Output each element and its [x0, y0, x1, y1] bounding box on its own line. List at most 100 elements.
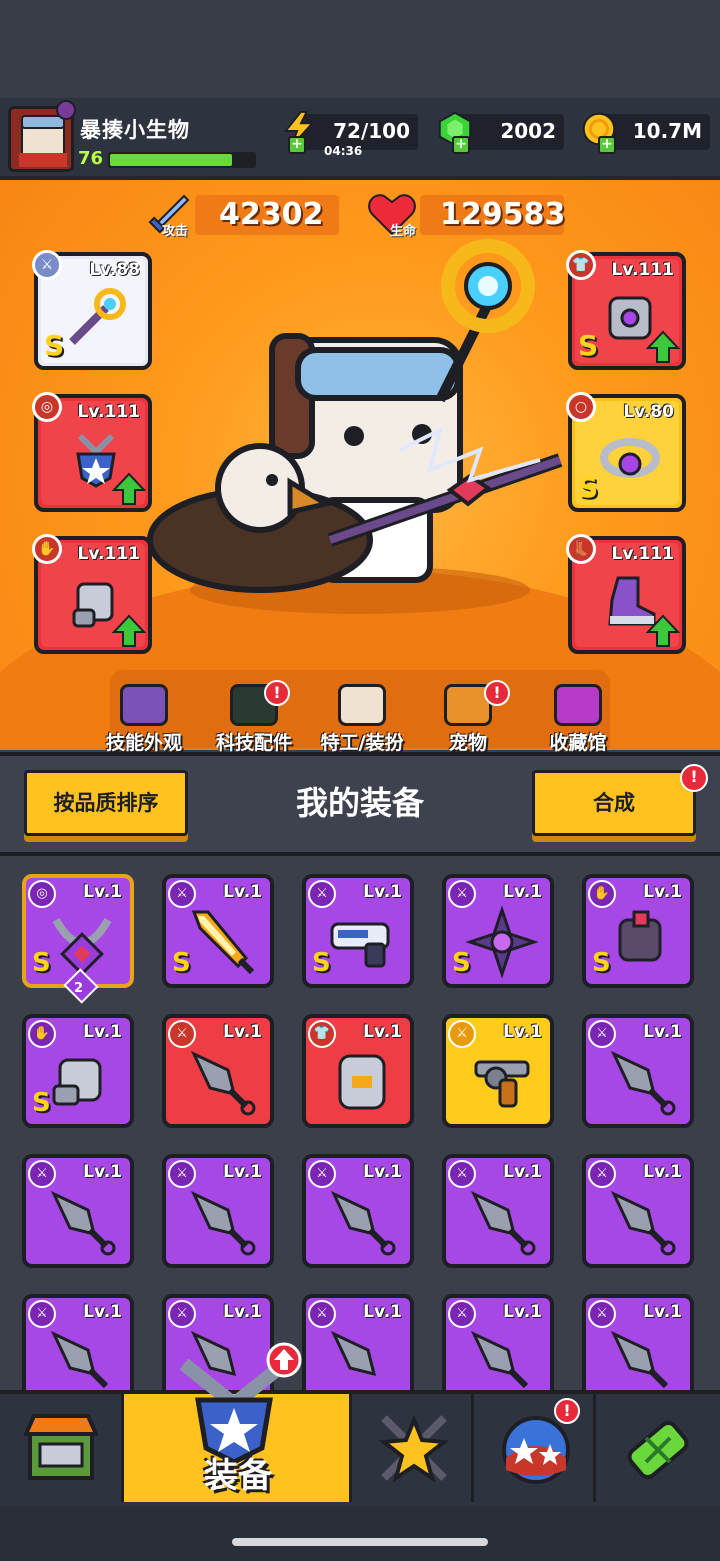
glove-type-icon: ✋ [32, 534, 62, 564]
kunai-icon [190, 1190, 256, 1256]
item-level: Lv.1 [223, 1162, 262, 1182]
alert-badge: ! [554, 1398, 580, 1424]
skill-skin-button[interactable]: 技能外观 [94, 684, 194, 755]
kunai-icon [610, 1330, 669, 1389]
hat-ball-icon [120, 684, 168, 726]
tech-parts-button[interactable]: 科技配件 ! [204, 680, 304, 755]
item-level: Lv.1 [643, 1162, 682, 1182]
tab-equipment-label: 装备 [204, 1456, 272, 1496]
inventory-grid: ◎ Lv.1 S 2 ⚔ Lv.1 S ⚔ Lv.1 S ⚔ Lv.1 S ✋ … [0, 860, 720, 1390]
inventory-item[interactable]: ⚔ Lv.1 [302, 1294, 414, 1390]
inventory-item[interactable]: ⚔ Lv.1 S [302, 874, 414, 988]
item-grade: S [172, 948, 191, 978]
inventory-item[interactable]: ⚔ Lv.1 [582, 1014, 694, 1128]
upgrade-arrow-icon [112, 614, 146, 647]
weapon-type-icon: ⚔ [168, 880, 196, 908]
necklace-slot[interactable]: ◎ Lv.111 [32, 392, 152, 512]
weapon-grade: S [44, 329, 65, 362]
kunai-icon [610, 1190, 676, 1256]
inventory-item[interactable]: ✋ Lv.1 S [582, 874, 694, 988]
necklace-type-icon: ◎ [32, 392, 62, 422]
item-level: Lv.1 [363, 1022, 402, 1042]
inventory-item[interactable]: ⚔ Lv.1 [442, 1154, 554, 1268]
kunai-icon [330, 1190, 396, 1256]
armor-level: Lv.111 [611, 260, 674, 280]
item-count: 2 [74, 981, 84, 996]
revolver-icon [474, 1060, 530, 1108]
item-grade: S [32, 948, 51, 978]
upgrade-arrow-icon [646, 330, 680, 363]
gems-value: 2002 [500, 119, 556, 143]
weapon-slot[interactable]: ⚔ Lv.88 S [32, 250, 152, 370]
inventory-item[interactable]: ✋ Lv.1 S [22, 1014, 134, 1128]
tab-shop[interactable] [0, 1394, 124, 1502]
skill-skin-label: 技能外观 [105, 732, 182, 754]
item-level: Lv.1 [83, 882, 122, 902]
collection-button[interactable]: 收藏馆 [528, 684, 628, 755]
upgrade-arrow-icon [646, 614, 680, 647]
inventory-item[interactable]: ⚔ Lv.1 [442, 1014, 554, 1128]
home-indicator[interactable] [232, 1538, 488, 1546]
item-level: Lv.1 [223, 882, 262, 902]
item-level: Lv.1 [223, 1302, 262, 1322]
vest-armor-icon [338, 1054, 386, 1110]
add-coins-button[interactable]: + [598, 136, 616, 154]
inventory-item[interactable]: ⚔ Lv.1 [302, 1154, 414, 1268]
hero-panel: 42302 攻击 129583 生命 ⚔ Lv.88 S ◎ Lv.111 ✋ … [0, 180, 720, 750]
tab-lab[interactable] [596, 1394, 720, 1502]
laser-gun-icon [330, 922, 390, 968]
item-grade: S [592, 948, 611, 978]
collection-label: 收藏馆 [549, 732, 607, 754]
inventory-item[interactable]: ⚔ Lv.1 [22, 1154, 134, 1268]
weapon-type-icon: ⚔ [308, 880, 336, 908]
inventory-item[interactable]: ⚔ Lv.1 [582, 1294, 694, 1390]
ring-slot[interactable]: ○ Lv.80 S [566, 392, 686, 512]
alert-badge: ! [484, 680, 510, 706]
merge-button[interactable]: 合成 [532, 770, 696, 836]
inventory-item[interactable]: ⚔ Lv.1 [162, 1154, 274, 1268]
ring-type-icon: ○ [566, 392, 596, 422]
item-level: Lv.1 [503, 1162, 542, 1182]
tab-talents[interactable]: ! [474, 1394, 596, 1502]
item-grade: S [32, 1088, 51, 1118]
inventory-item[interactable]: ⚔ Lv.1 [582, 1154, 694, 1268]
inventory-item[interactable]: 👕 Lv.1 [302, 1014, 414, 1128]
tab-battle[interactable] [352, 1394, 474, 1502]
inventory-item[interactable]: ◎ Lv.1 S 2 [22, 874, 134, 1004]
armor-type-icon: 👕 [308, 1020, 336, 1048]
armor-grade: S [578, 329, 599, 362]
inventory-item[interactable]: ⚔ Lv.1 S [162, 874, 274, 988]
item-grade: S [452, 948, 471, 978]
kunai-icon [50, 1190, 116, 1256]
kunai-icon [470, 1330, 529, 1389]
inventory-item[interactable]: ⚔ Lv.1 S [442, 874, 554, 988]
game-screen: 暴揍小生物 76 72/100 + 04:36 2002 + 10.7M + 4… [0, 0, 720, 1561]
player-level: 76 [78, 148, 104, 169]
coins-value: 10.7M [632, 119, 702, 143]
shop-stall-icon [24, 1414, 98, 1480]
inventory-item[interactable]: ⚔ Lv.1 [442, 1294, 554, 1390]
upgrade-alert-icon [266, 1342, 302, 1378]
inventory-item[interactable]: ⚔ Lv.1 [162, 1014, 274, 1128]
star-swords-icon [378, 1414, 450, 1483]
add-energy-button[interactable]: + [288, 136, 306, 154]
pet-button[interactable]: 宠物 ! [418, 680, 518, 755]
energy-staff-icon [69, 288, 126, 345]
boots-slot[interactable]: 👢 Lv.111 [566, 534, 686, 654]
item-level: Lv.1 [363, 1302, 402, 1322]
dark-gauntlet-icon [618, 910, 662, 962]
agent-outfit-button[interactable]: 特工/装扮 [306, 684, 418, 755]
weapon-type-icon: ⚔ [588, 1300, 616, 1328]
add-gems-button[interactable]: + [452, 136, 470, 154]
sort-by-quality-button[interactable]: 按品质排序 [24, 770, 188, 836]
weapon-type-icon: ⚔ [168, 1160, 196, 1188]
energy-value: 72/100 [333, 119, 410, 143]
weapon-type-icon: ⚔ [588, 1160, 616, 1188]
weapon-type-icon: ⚔ [168, 1300, 196, 1328]
inventory-item[interactable]: ⚔ Lv.1 [22, 1294, 134, 1390]
item-level: Lv.1 [363, 1162, 402, 1182]
kunai-icon [470, 1190, 536, 1256]
armor-slot[interactable]: 👕 Lv.111 S [566, 250, 686, 370]
alert-badge: ! [264, 680, 290, 706]
glove-slot[interactable]: ✋ Lv.111 [32, 534, 152, 654]
